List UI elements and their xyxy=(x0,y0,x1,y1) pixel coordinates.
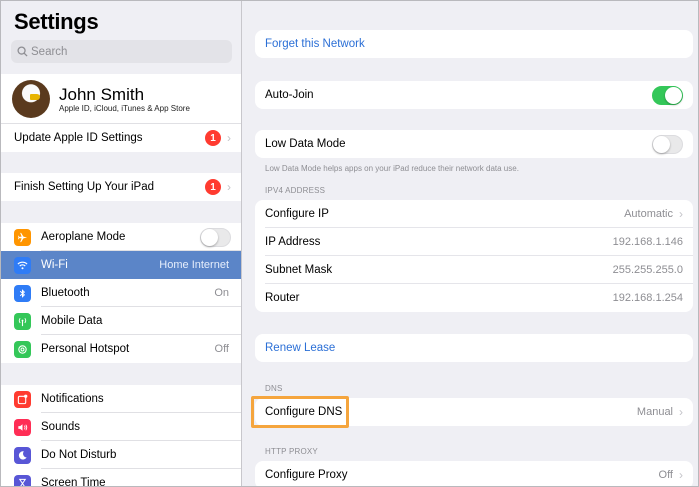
sidebar-item-do-not-disturb[interactable]: Do Not Disturb xyxy=(1,441,241,469)
apple-id-profile[interactable]: John Smith Apple ID, iCloud, iTunes & Ap… xyxy=(1,74,241,124)
forget-network-card: Forget this Network xyxy=(255,30,693,58)
router-value: 192.168.1.254 xyxy=(612,292,683,304)
update-apple-id-label: Update Apple ID Settings xyxy=(14,132,143,144)
chevron-right-icon: › xyxy=(679,405,683,419)
sidebar-item-mobile-data[interactable]: Mobile Data xyxy=(1,307,241,335)
auto-join-toggle[interactable] xyxy=(652,85,683,105)
sidebar-item-label: Notifications xyxy=(41,393,104,405)
avatar xyxy=(12,80,50,118)
sidebar-item-bluetooth[interactable]: Bluetooth On xyxy=(1,279,241,307)
search-bar[interactable] xyxy=(11,40,232,63)
ip-address-label: IP Address xyxy=(265,236,321,248)
sidebar-item-aeroplane[interactable]: Aeroplane Mode xyxy=(1,223,241,251)
dns-section-header: DNS xyxy=(265,384,283,393)
auto-join-row: Auto-Join xyxy=(255,81,693,109)
search-input[interactable] xyxy=(31,45,221,58)
antenna-icon xyxy=(14,312,31,330)
finish-setup-group: Finish Setting Up Your iPad 1 › xyxy=(1,173,241,201)
ipad-settings-window: Settings John Smith Apple ID, iCloud, iT… xyxy=(0,0,699,487)
airplane-icon xyxy=(14,228,31,246)
hourglass-icon xyxy=(14,474,31,486)
ipv4-section-header: IPV4 ADDRESS xyxy=(265,186,326,195)
configure-ip-value: Automatic xyxy=(624,208,673,220)
renew-lease-card: Renew Lease xyxy=(255,334,693,362)
moon-icon xyxy=(14,446,31,464)
sidebar: Settings John Smith Apple ID, iCloud, iT… xyxy=(1,1,242,487)
notifications-icon xyxy=(14,390,31,408)
router-label: Router xyxy=(265,292,300,304)
chevron-right-icon: › xyxy=(227,180,231,194)
ip-address-row: IP Address 192.168.1.146 xyxy=(255,228,693,256)
sidebar-item-label: Sounds xyxy=(41,421,81,433)
sidebar-item-screen-time[interactable]: Screen Time xyxy=(1,469,241,487)
sidebar-item-hotspot[interactable]: Personal Hotspot Off xyxy=(1,335,241,363)
bluetooth-icon xyxy=(14,284,31,302)
bluetooth-value: On xyxy=(214,287,229,299)
profile-subtitle: Apple ID, iCloud, iTunes & App Store xyxy=(59,104,190,113)
auto-join-card: Auto-Join xyxy=(255,81,693,109)
speaker-icon xyxy=(14,418,31,436)
chevron-right-icon: › xyxy=(679,468,683,482)
low-data-label: Low Data Mode xyxy=(265,138,346,150)
low-data-row: Low Data Mode xyxy=(255,130,693,158)
sidebar-item-label: Bluetooth xyxy=(41,287,90,299)
sidebar-title: Settings xyxy=(14,9,99,34)
search-icon xyxy=(17,46,28,57)
configure-proxy-row[interactable]: Configure Proxy Off › xyxy=(255,461,693,486)
update-apple-id-row[interactable]: Update Apple ID Settings 1 › xyxy=(1,124,241,152)
aeroplane-toggle[interactable] xyxy=(200,227,231,247)
setup-badge: 1 xyxy=(205,179,221,195)
configure-ip-row[interactable]: Configure IP Automatic › xyxy=(255,200,693,228)
low-data-toggle[interactable] xyxy=(652,134,683,154)
http-proxy-section-header: HTTP PROXY xyxy=(265,447,318,456)
connectivity-group: Aeroplane Mode Wi-Fi Home Internet Bluet… xyxy=(1,223,241,363)
subnet-mask-value: 255.255.255.0 xyxy=(612,264,683,276)
forget-network-button[interactable]: Forget this Network xyxy=(255,30,693,58)
sidebar-item-notifications[interactable]: Notifications xyxy=(1,385,241,413)
subnet-mask-row: Subnet Mask 255.255.255.0 xyxy=(255,256,693,284)
finish-setup-row[interactable]: Finish Setting Up Your iPad 1 › xyxy=(1,173,241,201)
router-row: Router 192.168.1.254 xyxy=(255,284,693,312)
network-detail-pane: Forget this Network Auto-Join Low Data M… xyxy=(243,1,698,486)
update-apple-id-group: Update Apple ID Settings 1 › xyxy=(1,124,241,152)
configure-proxy-label: Configure Proxy xyxy=(265,469,348,481)
sidebar-item-label: Screen Time xyxy=(41,477,106,487)
sidebar-item-label: Do Not Disturb xyxy=(41,449,117,461)
auto-join-label: Auto-Join xyxy=(265,89,314,101)
low-data-card: Low Data Mode xyxy=(255,130,693,158)
notifications-group: Notifications Sounds Do Not Disturb Scre… xyxy=(1,385,241,487)
configure-proxy-value: Off xyxy=(658,469,673,481)
renew-lease-label: Renew Lease xyxy=(265,342,336,354)
update-badge: 1 xyxy=(205,130,221,146)
wifi-icon xyxy=(14,256,31,274)
subnet-mask-label: Subnet Mask xyxy=(265,264,333,276)
configure-dns-row[interactable]: Configure DNS Manual › xyxy=(255,398,693,426)
sidebar-item-label: Mobile Data xyxy=(41,315,103,327)
ipv4-card: Configure IP Automatic › IP Address 192.… xyxy=(255,200,693,312)
wifi-network-value: Home Internet xyxy=(159,259,229,271)
renew-lease-button[interactable]: Renew Lease xyxy=(255,334,693,362)
configure-ip-label: Configure IP xyxy=(265,208,329,220)
sidebar-item-label: Personal Hotspot xyxy=(41,343,130,355)
configure-dns-label: Configure DNS xyxy=(265,406,343,418)
sidebar-item-label: Aeroplane Mode xyxy=(41,231,126,243)
sidebar-item-label: Wi-Fi xyxy=(41,259,68,271)
low-data-note: Low Data Mode helps apps on your iPad re… xyxy=(265,164,519,173)
chevron-right-icon: › xyxy=(679,207,683,221)
hotspot-value: Off xyxy=(214,343,229,355)
ip-address-value: 192.168.1.146 xyxy=(612,236,683,248)
forget-network-label: Forget this Network xyxy=(265,38,365,50)
hotspot-icon xyxy=(14,340,31,358)
configure-dns-value: Manual xyxy=(636,406,673,418)
proxy-card: Configure Proxy Off › xyxy=(255,461,693,486)
sidebar-item-sounds[interactable]: Sounds xyxy=(1,413,241,441)
chevron-right-icon: › xyxy=(227,131,231,145)
dns-card: Configure DNS Manual › xyxy=(255,398,693,426)
finish-setup-label: Finish Setting Up Your iPad xyxy=(14,181,155,193)
profile-name: John Smith xyxy=(59,85,145,104)
sidebar-item-wifi[interactable]: Wi-Fi Home Internet xyxy=(1,251,241,279)
